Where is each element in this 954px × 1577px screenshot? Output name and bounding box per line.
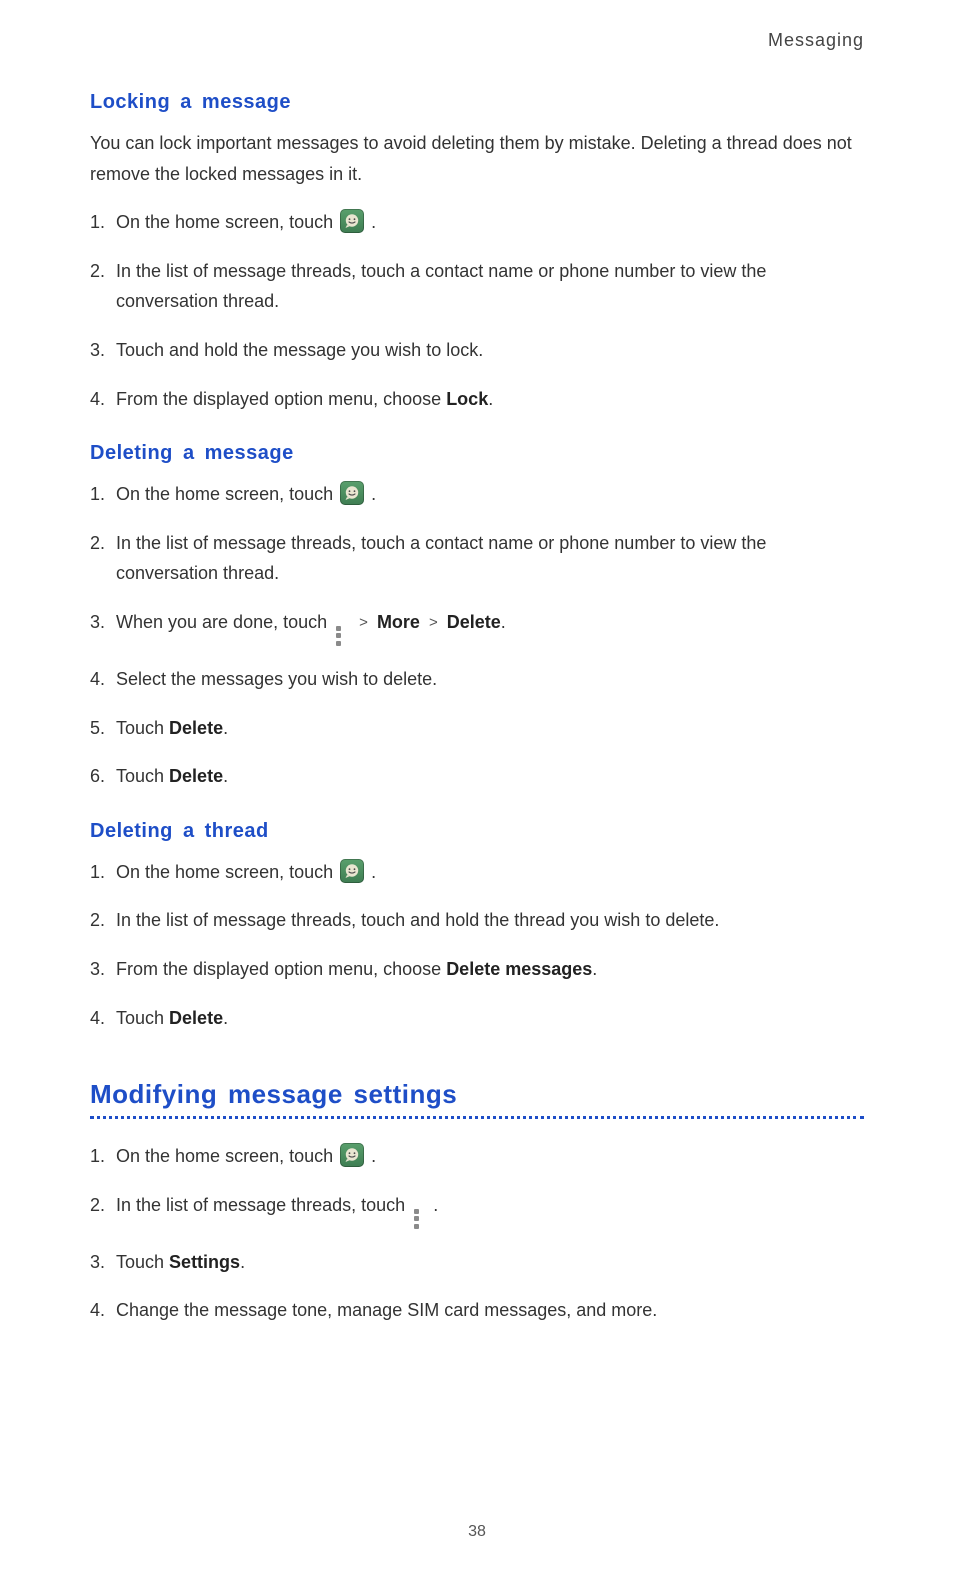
heading-modifying-settings: Modifying message settings: [90, 1079, 864, 1110]
step-text: .: [433, 1195, 438, 1215]
step-text: In the list of message threads, touch: [116, 1195, 410, 1215]
steps-deleting-message: On the home screen, touch . In the list …: [90, 479, 864, 792]
heading-deleting-thread: Deleting a thread: [90, 820, 864, 843]
bold-text: More: [377, 612, 420, 632]
step-text: .: [240, 1252, 245, 1272]
steps-locking: On the home screen, touch . In the list …: [90, 207, 864, 414]
messaging-app-icon: [340, 859, 364, 883]
overflow-menu-icon: [336, 626, 344, 646]
bold-text: Settings: [169, 1252, 240, 1272]
messaging-app-icon: [340, 1143, 364, 1167]
step-text: On the home screen, touch: [116, 862, 338, 882]
bold-text: Delete messages: [446, 959, 592, 979]
page-header-label: Messaging: [90, 30, 864, 51]
step-text: .: [371, 212, 376, 232]
step-item: When you are done, touch > More > Delete…: [90, 607, 864, 646]
step-item: In the list of message threads, touch a …: [90, 528, 864, 589]
step-text: Touch: [116, 766, 169, 786]
bold-text: Delete: [447, 612, 501, 632]
step-item: In the list of message threads, touch .: [90, 1190, 864, 1229]
step-item: From the displayed option menu, choose L…: [90, 384, 864, 415]
steps-settings: On the home screen, touch . In the list …: [90, 1141, 864, 1326]
step-text: .: [488, 389, 493, 409]
step-text: On the home screen, touch: [116, 484, 338, 504]
bold-text: Delete: [169, 718, 223, 738]
step-text: .: [223, 718, 228, 738]
step-text: .: [592, 959, 597, 979]
step-text: .: [371, 1146, 376, 1166]
step-item: On the home screen, touch .: [90, 479, 864, 510]
step-text: From the displayed option menu, choose: [116, 389, 446, 409]
step-text: .: [371, 862, 376, 882]
step-item: From the displayed option menu, choose D…: [90, 954, 864, 985]
heading-deleting-message: Deleting a message: [90, 442, 864, 465]
step-text: Touch: [116, 1252, 169, 1272]
step-item: Touch Settings.: [90, 1247, 864, 1278]
step-text: .: [223, 1008, 228, 1028]
step-text: Touch: [116, 718, 169, 738]
messaging-app-icon: [340, 209, 364, 233]
step-text: On the home screen, touch: [116, 212, 338, 232]
overflow-menu-icon: [414, 1209, 422, 1229]
step-text: .: [223, 766, 228, 786]
step-item: Touch Delete.: [90, 761, 864, 792]
step-text: From the displayed option menu, choose: [116, 959, 446, 979]
step-text: Touch: [116, 1008, 169, 1028]
dotted-divider: [90, 1116, 864, 1119]
step-item: On the home screen, touch .: [90, 1141, 864, 1172]
step-item: Touch Delete.: [90, 713, 864, 744]
step-item: Select the messages you wish to delete.: [90, 664, 864, 695]
bold-text: Delete: [169, 766, 223, 786]
step-text: When you are done, touch: [116, 612, 332, 632]
step-text: .: [501, 612, 506, 632]
messaging-app-icon: [340, 481, 364, 505]
intro-locking: You can lock important messages to avoid…: [90, 128, 864, 189]
step-item: Change the message tone, manage SIM card…: [90, 1295, 864, 1326]
step-item: In the list of message threads, touch an…: [90, 905, 864, 936]
breadcrumb-separator: >: [425, 610, 442, 636]
step-item: On the home screen, touch .: [90, 857, 864, 888]
step-item: On the home screen, touch .: [90, 207, 864, 238]
bold-text: Delete: [169, 1008, 223, 1028]
heading-locking-message: Locking a message: [90, 91, 864, 114]
step-text: On the home screen, touch: [116, 1146, 338, 1166]
step-text: .: [371, 484, 376, 504]
breadcrumb-separator: >: [355, 610, 372, 636]
step-item: Touch Delete.: [90, 1003, 864, 1034]
step-item: Touch and hold the message you wish to l…: [90, 335, 864, 366]
steps-deleting-thread: On the home screen, touch . In the list …: [90, 857, 864, 1033]
bold-text: Lock: [446, 389, 488, 409]
page-number: 38: [0, 1523, 954, 1541]
step-item: In the list of message threads, touch a …: [90, 256, 864, 317]
